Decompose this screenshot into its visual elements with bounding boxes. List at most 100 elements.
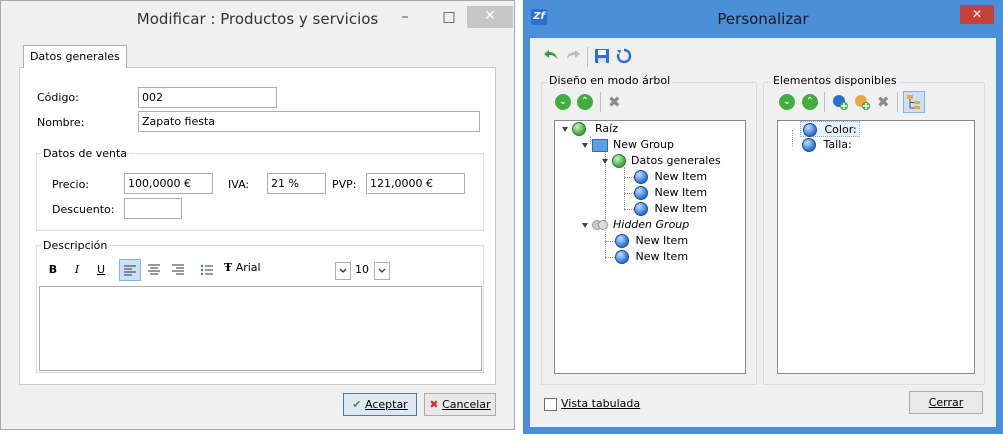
tree-node-item[interactable]: New Item bbox=[615, 233, 688, 249]
close-button[interactable]: ✕ bbox=[467, 6, 513, 28]
tab-datos-generales[interactable]: Datos generales bbox=[23, 45, 127, 68]
vista-tabulada-checkbox[interactable] bbox=[544, 398, 557, 411]
group-icon bbox=[591, 138, 608, 152]
tree-node-datos-generales[interactable]: Datos generales bbox=[602, 153, 721, 169]
window-client: Diseño en modo árbol ⌄ ⌃ ✖ Raíz New Grou… bbox=[530, 38, 996, 427]
font-name-select[interactable]: Ŧ Arial bbox=[224, 261, 352, 281]
collapse-all-button[interactable]: ⌃ bbox=[577, 94, 593, 110]
expand-all-button[interactable]: ⌄ bbox=[779, 94, 795, 110]
descuento-label: Descuento: bbox=[52, 203, 115, 216]
expand-all-button[interactable]: ⌄ bbox=[555, 94, 571, 110]
expand-arrow-icon bbox=[582, 142, 588, 148]
align-right-icon bbox=[172, 264, 184, 275]
add-item-button[interactable] bbox=[831, 93, 849, 111]
italic-button[interactable]: I bbox=[66, 259, 88, 281]
maximize-button[interactable]: □ bbox=[434, 7, 464, 29]
delete-icon: ✖ bbox=[877, 93, 890, 111]
font-name-value: Arial bbox=[235, 261, 261, 274]
add-group-button[interactable] bbox=[853, 93, 871, 111]
tree-node-label: Datos generales bbox=[631, 154, 721, 167]
undo-button[interactable] bbox=[542, 48, 560, 66]
tree-node-label: Hidden Group bbox=[613, 218, 690, 231]
underline-button[interactable]: U bbox=[90, 259, 112, 281]
save-button[interactable] bbox=[594, 48, 612, 66]
iva-field[interactable]: 21 % bbox=[267, 173, 326, 194]
cancelar-button[interactable]: ✖ Cancelar bbox=[424, 393, 496, 416]
bullet-list-button[interactable] bbox=[196, 259, 218, 281]
item-icon bbox=[615, 234, 629, 248]
tree-node-label: Raíz bbox=[595, 122, 618, 135]
available-item-talla[interactable]: Talla: bbox=[802, 137, 852, 153]
align-left-button[interactable] bbox=[119, 259, 141, 281]
tree-node-item[interactable]: New Item bbox=[634, 169, 707, 185]
collapse-all-button[interactable]: ⌃ bbox=[802, 94, 818, 110]
align-center-button[interactable] bbox=[143, 259, 165, 281]
subgroup-icon bbox=[611, 154, 626, 168]
refresh-button[interactable] bbox=[616, 48, 634, 66]
precio-field[interactable]: 100,0000 € bbox=[124, 173, 213, 194]
nombre-field[interactable]: Zapato fiesta bbox=[138, 111, 480, 132]
tree-node-label: New Item bbox=[654, 186, 708, 199]
tree-view-toggle-button[interactable] bbox=[903, 91, 925, 113]
descripcion-editor[interactable] bbox=[39, 286, 482, 371]
align-right-button[interactable] bbox=[167, 259, 189, 281]
item-icon bbox=[634, 170, 648, 184]
redo-button[interactable] bbox=[564, 48, 582, 66]
minimize-button[interactable]: – bbox=[390, 7, 420, 29]
tree-line bbox=[605, 241, 615, 242]
font-size-value[interactable]: 10 bbox=[355, 263, 369, 276]
tree-line bbox=[624, 167, 625, 211]
cerrar-button[interactable]: Cerrar bbox=[909, 391, 983, 414]
available-item-color[interactable]: Color: bbox=[800, 121, 860, 137]
tree-line bbox=[624, 177, 634, 178]
iva-label: IVA: bbox=[228, 178, 250, 191]
delete-item-button[interactable]: ✖ bbox=[877, 93, 890, 111]
bold-button[interactable]: B bbox=[42, 259, 64, 281]
tree-node-hidden-group[interactable]: Hidden Group bbox=[582, 217, 689, 233]
pvp-field[interactable]: 121,0000 € bbox=[366, 173, 465, 194]
tree-line bbox=[624, 209, 634, 210]
delete-node-button[interactable]: ✖ bbox=[608, 93, 621, 111]
tree-node-item[interactable]: New Item bbox=[634, 185, 707, 201]
tree-node-root[interactable]: Raíz bbox=[562, 121, 618, 137]
tree-panel-title: Diseño en modo árbol bbox=[547, 74, 673, 87]
pvp-label: PVP: bbox=[332, 178, 357, 191]
expand-all-icon: ⌄ bbox=[779, 94, 795, 110]
toolbar-separator bbox=[897, 92, 898, 112]
codigo-field[interactable]: 002 bbox=[138, 87, 277, 108]
bullet-list-icon bbox=[200, 264, 213, 276]
descuento-field[interactable] bbox=[124, 198, 182, 219]
tree-node-item[interactable]: New Item bbox=[634, 201, 707, 217]
tree-node-label: New Group bbox=[613, 138, 674, 151]
tree-node-new-group[interactable]: New Group bbox=[582, 137, 674, 153]
add-group-icon bbox=[855, 95, 870, 110]
font-name-dropdown[interactable] bbox=[335, 262, 351, 280]
align-center-icon bbox=[148, 264, 160, 275]
delete-icon: ✖ bbox=[608, 93, 621, 111]
save-icon bbox=[595, 49, 609, 63]
available-list[interactable] bbox=[777, 120, 975, 374]
tree-structure-icon bbox=[907, 95, 920, 109]
item-icon bbox=[803, 123, 817, 137]
font-size-dropdown[interactable] bbox=[374, 262, 390, 280]
align-left-icon bbox=[124, 265, 136, 276]
root-node-icon bbox=[571, 122, 586, 136]
expand-arrow-icon bbox=[602, 158, 608, 164]
add-item-icon bbox=[833, 95, 848, 110]
aceptar-button[interactable]: ✔ Aceptar bbox=[343, 393, 417, 416]
available-item-label: Talla: bbox=[823, 138, 852, 151]
close-button[interactable]: ✕ bbox=[960, 5, 994, 24]
check-icon: ✔ bbox=[352, 398, 362, 411]
collapse-all-icon: ⌃ bbox=[577, 94, 593, 110]
tree-node-label: New Item bbox=[654, 202, 708, 215]
chevron-down-icon bbox=[378, 268, 386, 273]
personalizar-window: Zf Personalizar ✕ Diseño en modo árbol ⌄… bbox=[523, 0, 1003, 434]
refresh-icon bbox=[616, 48, 632, 64]
tree-line bbox=[792, 130, 793, 146]
tree-node-item[interactable]: New Item bbox=[615, 249, 688, 265]
window-title: Personalizar bbox=[717, 10, 809, 28]
toolbar-separator bbox=[600, 92, 601, 112]
hidden-group-icon bbox=[591, 220, 608, 230]
available-item-label: Color: bbox=[824, 123, 857, 136]
descripcion-title: Descripción bbox=[41, 239, 110, 252]
